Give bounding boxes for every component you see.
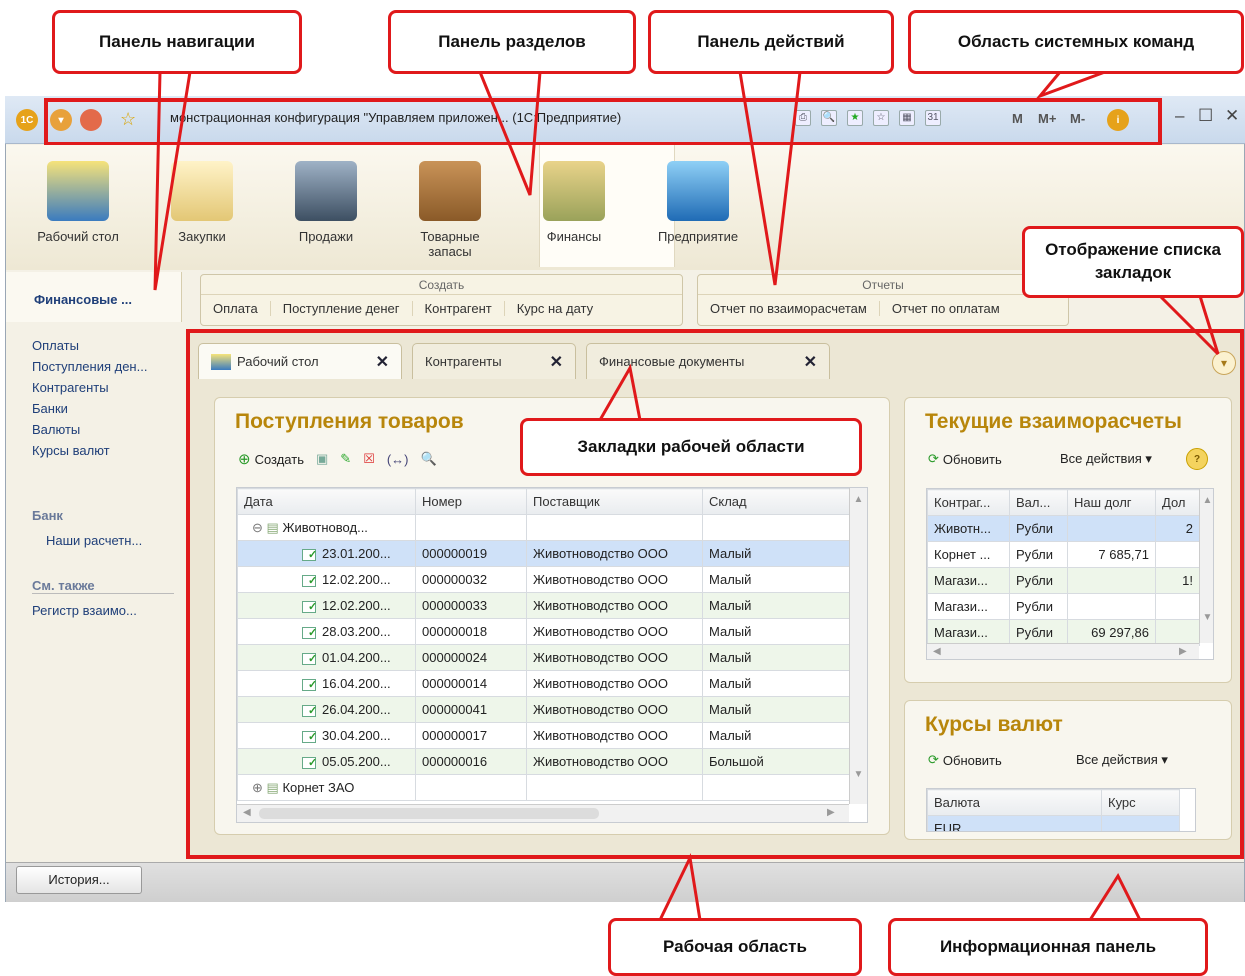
callout-tabs-area: Закладки рабочей области	[520, 418, 862, 476]
pointer-work	[658, 853, 702, 921]
callout-pointers	[153, 70, 1220, 921]
callout-work-area: Рабочая область	[608, 918, 862, 976]
callout-sections-panel: Панель разделов	[388, 10, 636, 74]
pointer-sections	[478, 71, 542, 196]
callout-bookmarks-list: Отображение списка закладок	[1022, 226, 1244, 298]
callout-info-panel: Информационная панель	[888, 918, 1208, 976]
pointer-nav	[153, 71, 192, 291]
callout-system-commands: Область системных команд	[908, 10, 1244, 74]
pointer-bookmarks	[1158, 294, 1220, 356]
callout-nav-panel: Панель навигации	[52, 10, 302, 74]
pointer-info	[1088, 872, 1142, 921]
pointer-tabs	[598, 363, 642, 421]
pointer-actions	[738, 71, 802, 286]
callout-actions-panel: Панель действий	[648, 10, 894, 74]
pointer-system	[1035, 70, 1106, 100]
